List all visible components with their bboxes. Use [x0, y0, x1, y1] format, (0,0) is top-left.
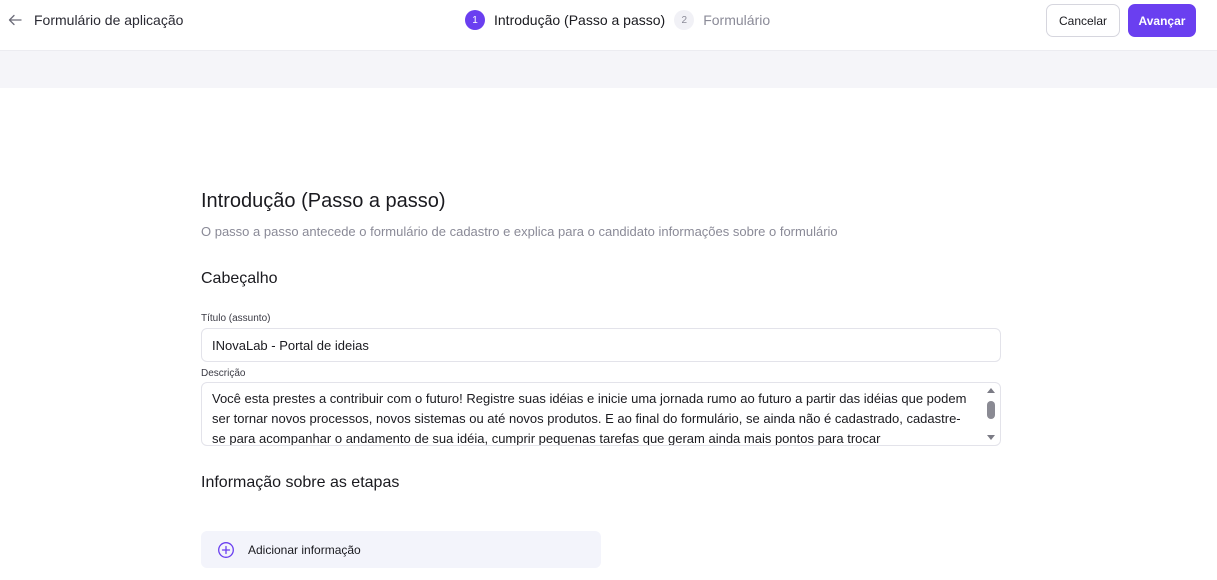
stepper: 1 Introdução (Passo a passo) 2 Formulári…: [465, 10, 779, 30]
step-1-label[interactable]: Introdução (Passo a passo): [494, 12, 665, 28]
title-input-value: INovaLab - Portal de ideias: [212, 337, 369, 353]
section-heading-header: Cabeçalho: [201, 270, 278, 287]
add-information-button[interactable]: Adicionar informação: [201, 531, 601, 568]
step-1-number: 1: [465, 10, 485, 30]
scroll-down-icon[interactable]: [987, 435, 995, 440]
arrow-left-icon: [8, 14, 22, 26]
description-scrollbar[interactable]: [984, 385, 998, 443]
page-title: Introdução (Passo a passo): [201, 190, 446, 212]
next-button[interactable]: Avançar: [1128, 4, 1196, 37]
page-subtitle: O passo a passo antecede o formulário de…: [201, 224, 838, 239]
header-band: [0, 51, 1217, 88]
cancel-button[interactable]: Cancelar: [1046, 4, 1120, 37]
description-value: Você esta prestes a contribuir com o fut…: [212, 391, 967, 446]
scroll-up-icon[interactable]: [987, 388, 995, 393]
scroll-thumb[interactable]: [987, 401, 995, 419]
back-button[interactable]: [6, 11, 24, 29]
title-input[interactable]: INovaLab - Portal de ideias: [201, 328, 1001, 362]
step-2-label[interactable]: Formulário: [703, 12, 770, 28]
step-2-number: 2: [674, 10, 695, 30]
description-textarea[interactable]: Você esta prestes a contribuir com o fut…: [201, 382, 1001, 446]
plus-circle-icon: [218, 541, 234, 558]
description-field-label: Descrição: [201, 368, 246, 379]
section-heading-steps: Informação sobre as etapas: [201, 474, 400, 491]
add-information-label: Adicionar informação: [248, 542, 361, 557]
app-title: Formulário de aplicação: [34, 12, 184, 28]
title-field-label: Título (assunto): [201, 313, 271, 324]
top-bar: Formulário de aplicação 1 Introdução (Pa…: [0, 0, 1217, 51]
